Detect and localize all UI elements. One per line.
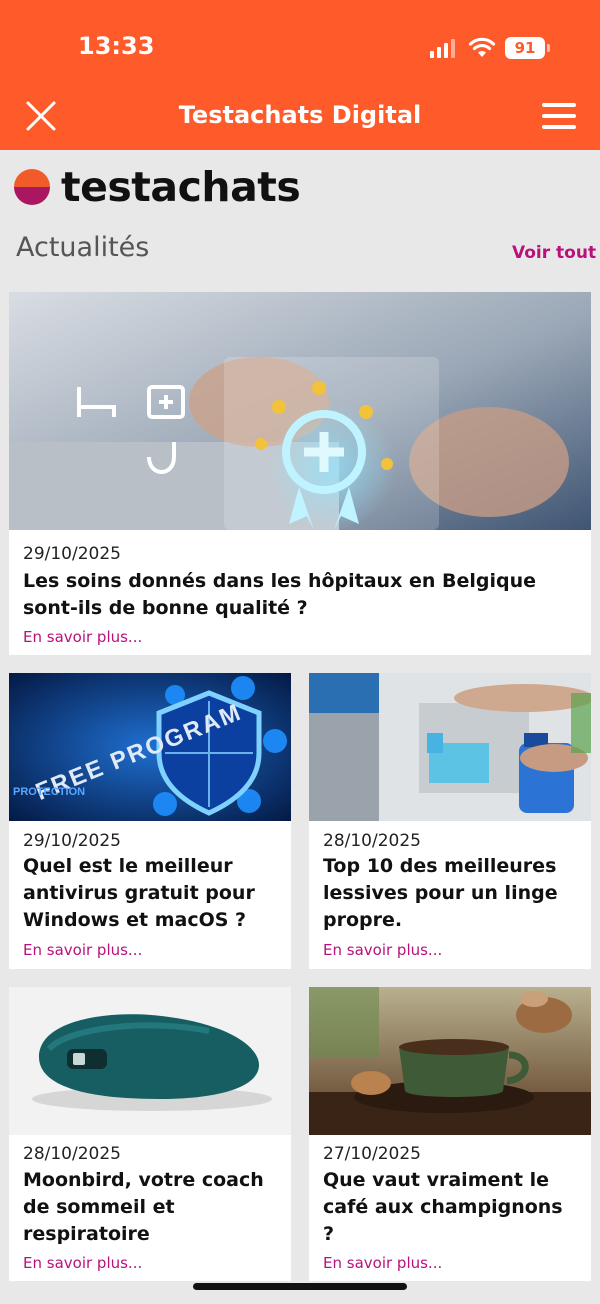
article-title: Top 10 des meilleures lessives pour un l…: [323, 855, 558, 931]
battery-indicator: 91: [505, 37, 550, 59]
article-image: [9, 987, 291, 1135]
logo-text: testachats: [61, 163, 301, 211]
image-text-protection: PROTECTION: [13, 786, 85, 798]
article-card[interactable]: 28/10/2025 Top 10 des meilleures lessive…: [309, 673, 591, 969]
article-title: Que vaut vraiment le café aux champignon…: [323, 1169, 563, 1245]
article-image: [9, 292, 591, 530]
article-card[interactable]: FREE PROGRAM PROTECTION 29/10/2025 Quel …: [9, 673, 291, 969]
read-more-link[interactable]: En savoir plus...: [323, 941, 442, 959]
article-image: [309, 673, 591, 821]
page-title: Testachats Digital: [178, 101, 422, 129]
article-card[interactable]: 29/10/2025 Les soins donnés dans les hôp…: [9, 292, 591, 655]
logo-mark-icon: [14, 169, 50, 205]
article-date: 29/10/2025: [23, 544, 121, 564]
article-date: 29/10/2025: [23, 831, 121, 851]
article-title: Les soins donnés dans les hôpitaux en Be…: [23, 570, 536, 619]
hamburger-menu-icon[interactable]: [542, 100, 578, 132]
article-title: Quel est le meilleur antivirus gratuit p…: [23, 855, 255, 931]
status-time: 13:33: [78, 32, 155, 60]
brand-logo[interactable]: testachats: [14, 163, 301, 211]
read-more-link[interactable]: En savoir plus...: [23, 628, 142, 646]
cellular-signal-icon: [430, 39, 455, 58]
article-card[interactable]: 28/10/2025 Moonbird, votre coach de somm…: [9, 987, 291, 1281]
see-all-link[interactable]: Voir tout: [512, 243, 596, 263]
article-date: 28/10/2025: [323, 831, 421, 851]
article-card[interactable]: 27/10/2025 Que vaut vraiment le café aux…: [309, 987, 591, 1281]
read-more-link[interactable]: En savoir plus...: [23, 1254, 142, 1272]
section-title: Actualités: [16, 232, 150, 263]
read-more-link[interactable]: En savoir plus...: [23, 941, 142, 959]
article-title: Moonbird, votre coach de sommeil et resp…: [23, 1169, 264, 1245]
wifi-icon: [468, 37, 496, 57]
article-image: [309, 987, 591, 1135]
read-more-link[interactable]: En savoir plus...: [323, 1254, 442, 1272]
app-header: 13:33 91 Testachats Digital: [0, 0, 600, 150]
article-date: 28/10/2025: [23, 1144, 121, 1164]
home-indicator: [193, 1283, 407, 1290]
article-date: 27/10/2025: [323, 1144, 421, 1164]
article-image: FREE PROGRAM PROTECTION: [9, 673, 291, 821]
